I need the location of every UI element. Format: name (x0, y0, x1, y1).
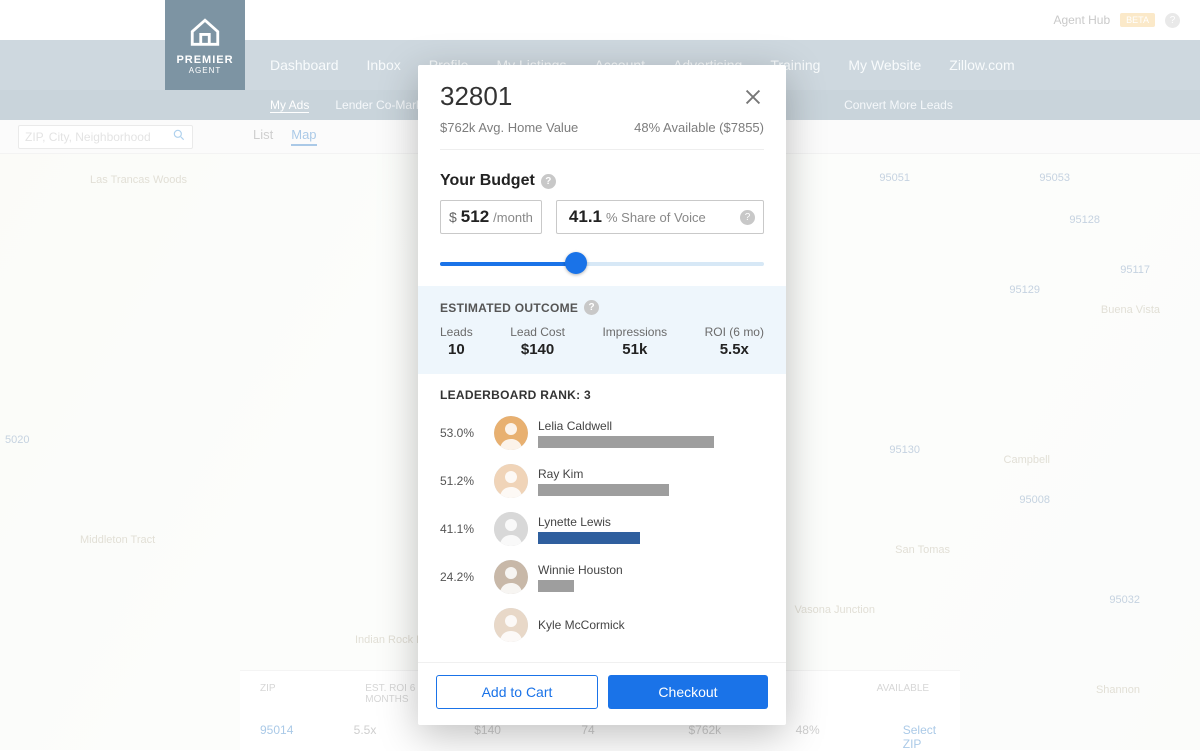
nav-my-website[interactable]: My Website (848, 57, 921, 73)
budget-suffix: /month (493, 210, 533, 225)
leaderboard-bar (538, 436, 714, 448)
search-input[interactable]: ZIP, City, Neighborhood (18, 125, 193, 149)
sov-input[interactable]: 41.1 % Share of Voice ? (556, 200, 764, 234)
leaderboard-row: 51.2% Ray Kim (440, 464, 764, 498)
search-placeholder: ZIP, City, Neighborhood (25, 130, 151, 144)
td-perlead: $140 (474, 723, 521, 751)
est-help-icon[interactable]: ? (584, 300, 599, 315)
est-leads-label: Leads (440, 325, 473, 339)
zip-label: 95129 (1009, 284, 1040, 296)
place-label: Vasona Junction (794, 604, 875, 616)
leaderboard-row: 53.0% Lelia Caldwell (440, 416, 764, 450)
sov-suffix: % Share of Voice (606, 210, 706, 225)
est-cost-label: Lead Cost (510, 325, 565, 339)
tab-map[interactable]: Map (291, 127, 316, 146)
avatar (494, 464, 528, 498)
td-roi: 5.5x (354, 723, 415, 751)
zip-label: 95053 (1039, 172, 1070, 184)
modal-zip-title: 32801 (440, 81, 512, 112)
leaderboard-pct: 41.1% (440, 522, 484, 536)
zip-label: 95008 (1019, 494, 1050, 506)
zip-label: 95117 (1120, 264, 1150, 276)
leaderboard-name: Ray Kim (538, 467, 764, 481)
leaderboard-row: Kyle McCormick (440, 608, 764, 642)
td-zip[interactable]: 95014 (260, 723, 294, 751)
avatar (494, 560, 528, 594)
leaderboard-bar (538, 484, 669, 496)
leaderboard-pct: 51.2% (440, 474, 484, 488)
your-budget-label: Your Budget (440, 172, 535, 190)
place-label: San Tomas (895, 544, 950, 556)
zip-label: 95130 (889, 444, 920, 456)
beta-badge: BETA (1120, 13, 1155, 27)
estimated-outcome: ESTIMATED OUTCOME ? Leads 10 Lead Cost $14… (418, 286, 786, 374)
leaderboard-title: LEADERBOARD RANK: 3 (440, 388, 764, 402)
zip-label: 5020 (5, 434, 29, 446)
budget-value: 512 (461, 207, 489, 227)
brand-name-2: AGENT (189, 66, 222, 75)
leaderboard-pct: 53.0% (440, 426, 484, 440)
zip-label: 95032 (1109, 594, 1140, 606)
slider-thumb[interactable] (565, 252, 587, 274)
agent-hub-link[interactable]: Agent Hub (1053, 13, 1110, 27)
place-label: Campbell (1004, 454, 1050, 466)
est-cost-value: $140 (510, 341, 565, 358)
subnav-convert[interactable]: Convert More Leads (844, 98, 953, 112)
sov-help-icon[interactable]: ? (740, 210, 755, 225)
avg-home-value: $762k Avg. Home Value (440, 120, 578, 135)
leaderboard-bar (538, 532, 640, 544)
subnav-my-ads[interactable]: My Ads (270, 98, 309, 113)
place-label: Shannon (1096, 684, 1140, 696)
budget-slider[interactable] (440, 256, 764, 272)
est-title: ESTIMATED OUTCOME (440, 301, 578, 315)
leaderboard-row: 24.2% Winnie Houston (440, 560, 764, 594)
close-icon[interactable] (742, 86, 764, 108)
est-leads-value: 10 (440, 341, 473, 358)
leaderboard: LEADERBOARD RANK: 3 53.0%Lelia Caldwell5… (418, 374, 786, 662)
leaderboard-pct: 24.2% (440, 570, 484, 584)
th-zip: ZIP (260, 683, 305, 705)
sov-value: 41.1 (569, 207, 602, 227)
leaderboard-name: Winnie Houston (538, 563, 764, 577)
td-avail2: 48% (796, 723, 843, 751)
tab-list[interactable]: List (253, 127, 273, 146)
td-value: $762k (688, 723, 735, 751)
zip-label: 95128 (1069, 214, 1100, 226)
leaderboard-name: Kyle McCormick (538, 618, 764, 632)
avatar (494, 608, 528, 642)
est-roi-value: 5.5x (705, 341, 764, 358)
nav-dashboard[interactable]: Dashboard (270, 57, 339, 73)
brand-name-1: PREMIER (176, 54, 233, 66)
place-label: Middleton Tract (80, 534, 155, 546)
leaderboard-row: 41.1% Lynette Lewis (440, 512, 764, 546)
help-icon[interactable]: ? (1165, 13, 1180, 28)
zip-detail-modal: 32801 $762k Avg. Home Value 48% Availabl… (418, 65, 786, 725)
budget-help-icon[interactable]: ? (541, 174, 556, 189)
search-icon[interactable] (172, 128, 186, 145)
add-to-cart-button[interactable]: Add to Cart (436, 675, 598, 709)
td-select[interactable]: Select ZIP (903, 723, 940, 751)
td-avail1: 74 (581, 723, 628, 751)
place-label: Indian Rock R (355, 634, 424, 646)
nav-inbox[interactable]: Inbox (367, 57, 401, 73)
place-label: Buena Vista (1101, 304, 1160, 316)
leaderboard-name: Lelia Caldwell (538, 419, 764, 433)
est-imp-label: Impressions (602, 325, 667, 339)
leaderboard-bar (538, 580, 574, 592)
place-label: Las Trancas Woods (90, 174, 187, 186)
avatar (494, 512, 528, 546)
th-avail2: AVAILABLE (877, 683, 940, 705)
est-imp-value: 51k (602, 341, 667, 358)
zip-label: 95051 (879, 172, 910, 184)
slider-fill (440, 262, 576, 266)
checkout-button[interactable]: Checkout (608, 675, 768, 709)
nav-zillow[interactable]: Zillow.com (949, 57, 1014, 73)
brand-logo[interactable]: PREMIER AGENT (165, 0, 245, 90)
currency-symbol: $ (449, 209, 457, 225)
est-roi-label: ROI (6 mo) (705, 325, 764, 339)
budget-input[interactable]: $ 512 /month (440, 200, 542, 234)
leaderboard-name: Lynette Lewis (538, 515, 764, 529)
availability: 48% Available ($7855) (634, 120, 764, 135)
avatar (494, 416, 528, 450)
